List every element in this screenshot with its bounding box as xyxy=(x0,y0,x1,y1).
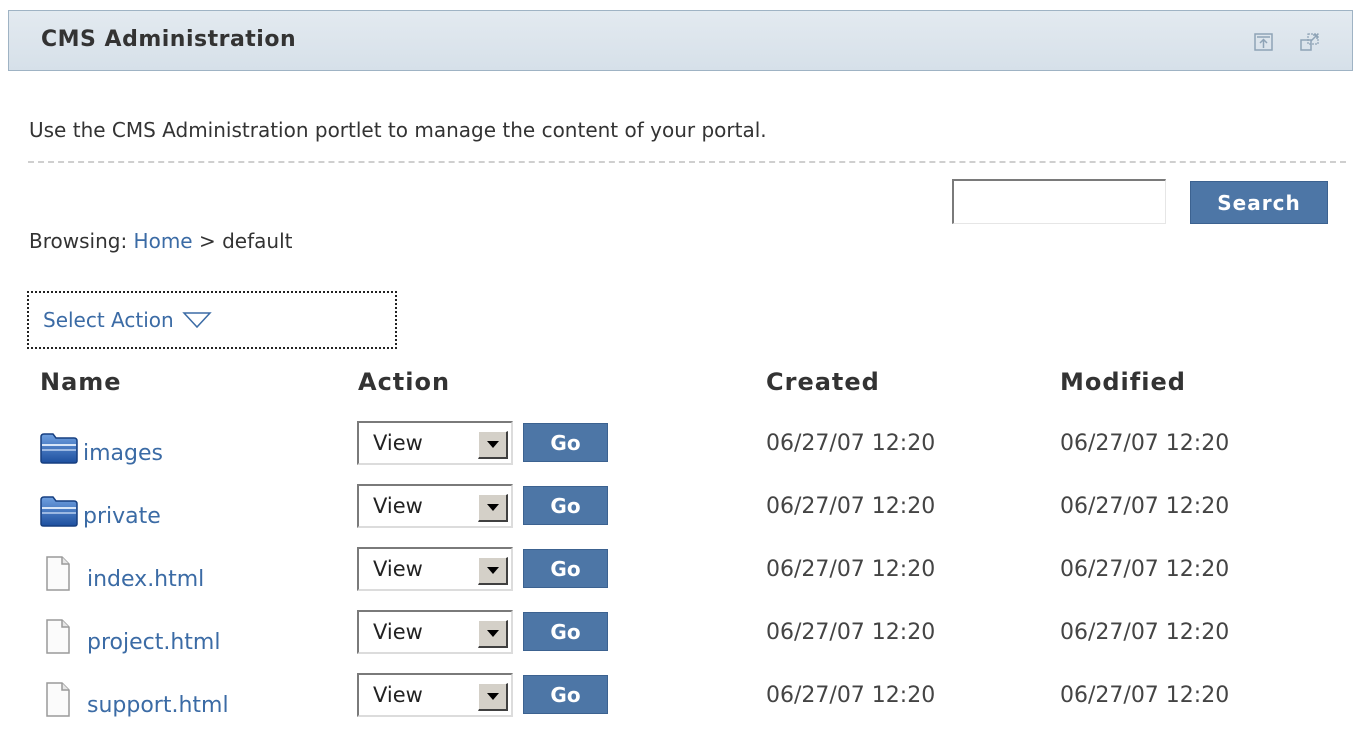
go-button[interactable]: Go xyxy=(523,549,608,588)
file-name-link[interactable]: project.html xyxy=(87,630,220,655)
modified-date: 06/27/07 12:20 xyxy=(1060,557,1230,582)
modified-date: 06/27/07 12:20 xyxy=(1060,620,1230,645)
column-header-name: Name xyxy=(40,368,122,396)
go-button[interactable]: Go xyxy=(523,675,608,714)
created-date: 06/27/07 12:20 xyxy=(766,620,936,645)
select-action-menu[interactable]: Select Action xyxy=(27,291,397,349)
dropdown-arrow-icon[interactable] xyxy=(478,683,508,711)
action-select[interactable]: View xyxy=(357,547,513,591)
maximize-icon[interactable] xyxy=(1299,31,1321,53)
search-input[interactable] xyxy=(952,179,1166,224)
modified-date: 06/27/07 12:20 xyxy=(1060,494,1230,519)
file-icon xyxy=(39,680,85,720)
go-button[interactable]: Go xyxy=(523,486,608,525)
triangle-down-icon xyxy=(181,312,212,329)
column-header-modified: Modified xyxy=(1060,368,1186,396)
select-action-label: Select Action xyxy=(43,308,174,332)
go-button[interactable]: Go xyxy=(523,423,608,462)
go-button[interactable]: Go xyxy=(523,612,608,651)
dropdown-arrow-icon[interactable] xyxy=(478,494,508,522)
portlet-header: CMS Administration xyxy=(8,10,1353,71)
breadcrumb-separator: > xyxy=(192,229,223,253)
dropdown-arrow-icon[interactable] xyxy=(478,431,508,459)
minimize-icon[interactable] xyxy=(1253,31,1275,53)
created-date: 06/27/07 12:20 xyxy=(766,557,936,582)
portlet-title: CMS Administration xyxy=(41,27,297,52)
breadcrumb-home-link[interactable]: Home xyxy=(134,229,193,253)
file-name-cell[interactable]: project.html xyxy=(39,607,220,667)
action-select-value: View xyxy=(373,494,423,518)
column-header-action: Action xyxy=(358,368,451,396)
table-row: images View Go 06/27/07 12:20 06/27/07 12:20 xyxy=(0,418,1354,478)
column-header-created: Created xyxy=(766,368,880,396)
action-select-value: View xyxy=(373,683,423,707)
table-row: support.html View Go 06/27/07 12:20 06/27/07… xyxy=(0,670,1354,730)
dropdown-arrow-icon[interactable] xyxy=(478,620,508,648)
file-name-cell[interactable]: images xyxy=(39,418,163,478)
created-date: 06/27/07 12:20 xyxy=(766,494,936,519)
file-icon xyxy=(39,554,85,594)
divider xyxy=(28,161,1346,163)
breadcrumb-current: default xyxy=(222,229,293,253)
file-name-cell[interactable]: index.html xyxy=(39,544,204,604)
folder-icon xyxy=(39,491,81,531)
action-select[interactable]: View xyxy=(357,610,513,654)
breadcrumb: Browsing: Home > default xyxy=(29,229,292,253)
table-row: private View Go 06/27/07 12:20 06/27/07 12:2… xyxy=(0,481,1354,541)
action-select[interactable]: View xyxy=(357,673,513,717)
breadcrumb-prefix: Browsing: xyxy=(29,229,134,253)
action-select-value: View xyxy=(373,431,423,455)
folder-icon xyxy=(39,428,81,468)
file-name-link[interactable]: images xyxy=(83,441,163,466)
file-name-link[interactable]: index.html xyxy=(87,567,204,592)
dropdown-arrow-icon[interactable] xyxy=(478,557,508,585)
portlet-description: Use the CMS Administration portlet to ma… xyxy=(29,118,767,142)
action-select[interactable]: View xyxy=(357,421,513,465)
table-row: index.html View Go 06/27/07 12:20 06/27/07 1… xyxy=(0,544,1354,604)
modified-date: 06/27/07 12:20 xyxy=(1060,431,1230,456)
file-name-link[interactable]: support.html xyxy=(87,693,229,718)
table-row: project.html View Go 06/27/07 12:20 06/27/07… xyxy=(0,607,1354,667)
action-select[interactable]: View xyxy=(357,484,513,528)
file-name-cell[interactable]: support.html xyxy=(39,670,229,730)
file-name-cell[interactable]: private xyxy=(39,481,161,541)
modified-date: 06/27/07 12:20 xyxy=(1060,683,1230,708)
action-select-value: View xyxy=(373,557,423,581)
file-icon xyxy=(39,617,85,657)
file-name-link[interactable]: private xyxy=(83,504,161,529)
action-select-value: View xyxy=(373,620,423,644)
created-date: 06/27/07 12:20 xyxy=(766,431,936,456)
search-button[interactable]: Search xyxy=(1190,181,1328,224)
created-date: 06/27/07 12:20 xyxy=(766,683,936,708)
